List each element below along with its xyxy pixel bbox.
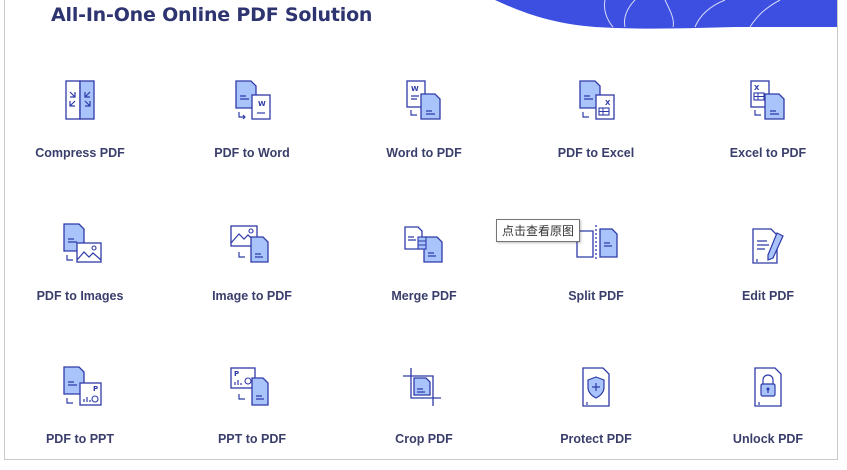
- svg-text:W: W: [258, 100, 266, 108]
- tool-label: Excel to PDF: [729, 146, 807, 160]
- ppt-to-pdf-icon: P: [230, 367, 269, 406]
- tool-label: Merge PDF: [391, 289, 457, 303]
- tool-pdf-to-excel[interactable]: X PDF to Excel: [521, 78, 671, 160]
- crop-pdf-icon: [403, 368, 441, 406]
- tool-label: Unlock PDF: [732, 432, 804, 446]
- tool-merge-pdf[interactable]: Merge PDF: [349, 221, 499, 303]
- svg-text:X: X: [754, 84, 760, 92]
- tool-label: Word to PDF: [386, 146, 462, 160]
- merge-pdf-icon: [404, 226, 443, 263]
- tool-label: PDF to Excel: [557, 146, 635, 160]
- svg-text:P: P: [93, 385, 98, 393]
- svg-text:X: X: [605, 99, 611, 107]
- image-tooltip: 点击查看原图: [496, 219, 581, 242]
- svg-text:W: W: [411, 85, 419, 93]
- excel-to-pdf-icon: X: [750, 80, 785, 120]
- pdf-to-images-icon: [63, 223, 102, 263]
- tool-pdf-to-word[interactable]: W PDF to Word: [177, 78, 327, 160]
- tool-label: Protect PDF: [560, 432, 632, 446]
- tool-image-to-pdf[interactable]: Image to PDF: [177, 221, 327, 303]
- tool-crop-pdf[interactable]: Crop PDF: [349, 364, 499, 446]
- tool-label: PDF to Word: [214, 146, 290, 160]
- tool-label: PPT to PDF: [217, 432, 287, 446]
- tool-label: Split PDF: [568, 289, 624, 303]
- tool-label: PDF to PPT: [45, 432, 115, 446]
- tool-unlock-pdf[interactable]: Unlock PDF: [693, 364, 837, 446]
- word-to-pdf-icon: W: [406, 80, 441, 120]
- tool-pdf-to-images[interactable]: PDF to Images: [5, 221, 155, 303]
- header-wave-decoration: [495, 0, 837, 29]
- image-to-pdf-icon: [230, 225, 269, 263]
- protect-pdf-icon: [582, 367, 610, 407]
- tool-label: Image to PDF: [212, 289, 292, 303]
- tool-pdf-to-ppt[interactable]: P PDF to PPT: [5, 364, 155, 446]
- tool-protect-pdf[interactable]: Protect PDF: [521, 364, 671, 446]
- tool-compress-pdf[interactable]: Compress PDF: [5, 78, 155, 160]
- tool-label: Edit PDF: [741, 289, 795, 303]
- edit-pdf-icon: [752, 228, 784, 264]
- tool-excel-to-pdf[interactable]: X Excel to PDF: [693, 78, 837, 160]
- svg-text:P: P: [234, 370, 239, 378]
- pdf-to-ppt-icon: P: [63, 366, 102, 406]
- page-title: All-In-One Online PDF Solution: [51, 4, 373, 26]
- pdf-to-word-icon: W: [235, 80, 271, 120]
- tool-label: PDF to Images: [36, 289, 124, 303]
- tool-edit-pdf[interactable]: Edit PDF: [693, 221, 837, 303]
- content-panel: All-In-One Online PDF Solution Compress …: [4, 0, 838, 460]
- tool-label: Crop PDF: [395, 432, 453, 446]
- compress-pdf-icon: [65, 80, 95, 120]
- pdf-to-excel-icon: X: [579, 80, 615, 120]
- tool-word-to-pdf[interactable]: W Word to PDF: [349, 78, 499, 160]
- unlock-pdf-icon: [754, 367, 782, 407]
- tool-label: Compress PDF: [35, 146, 125, 160]
- tool-ppt-to-pdf[interactable]: P PPT to PDF: [177, 364, 327, 446]
